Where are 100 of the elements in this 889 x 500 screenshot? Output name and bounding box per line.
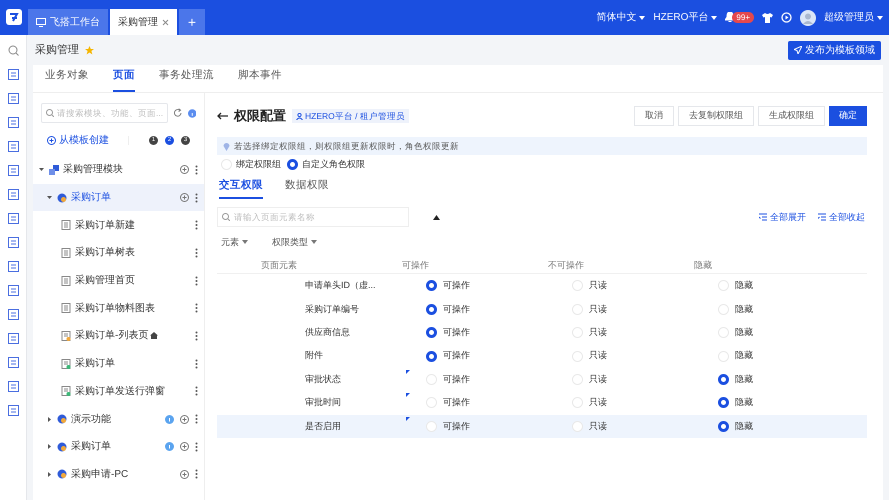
action-button[interactable]: 去复制权限组 xyxy=(678,106,754,126)
radio-label: 可操作 xyxy=(443,396,470,410)
tree-item[interactable]: 采购管理首页 xyxy=(33,266,204,294)
more-icon xyxy=(195,164,198,175)
notice-text: 若选择绑定权限组，则权限组更新权限时，角色权限更新 xyxy=(234,140,459,152)
info-icon xyxy=(188,108,196,118)
radio-label: 可操作 xyxy=(443,302,470,316)
radio-button[interactable] xyxy=(426,280,437,292)
module-icon xyxy=(8,309,18,320)
tree-item[interactable]: 采购订单 xyxy=(33,184,204,212)
radio-button[interactable] xyxy=(426,304,437,315)
table-row[interactable]: 是否启用 可操作 只读 隐藏 xyxy=(217,414,867,438)
table-row[interactable]: 审批时间 可操作 只读 隐藏 xyxy=(217,391,867,415)
expand-all-button[interactable]: 全部展开 xyxy=(759,210,806,224)
action-button[interactable]: 取消 xyxy=(634,106,674,126)
document-icon xyxy=(61,220,71,230)
table-row[interactable]: 供应商信息 可操作 只读 隐藏 xyxy=(217,321,867,344)
window-tab[interactable]: 采购管理 xyxy=(110,9,177,35)
tree-item[interactable]: 采购订单发送行弹窗 xyxy=(33,378,204,406)
document-icon xyxy=(61,303,71,314)
more-icon xyxy=(195,469,198,480)
table-row[interactable]: 审批状态 可操作 只读 隐藏 xyxy=(217,368,867,392)
language-dropdown[interactable]: 简体中文 xyxy=(596,10,646,25)
radio-label: 可操作 xyxy=(443,349,470,362)
module-icon xyxy=(8,333,18,344)
more-icon xyxy=(195,276,198,286)
radio-label: 隐藏 xyxy=(735,420,753,433)
panel-title: 权限配置 xyxy=(234,107,286,126)
radio-button[interactable] xyxy=(426,327,437,338)
action-button[interactable]: 生成权限组 xyxy=(758,106,825,126)
caret-icon xyxy=(242,240,248,244)
collapse-icon xyxy=(818,213,826,222)
module-icon xyxy=(8,165,18,176)
table-row[interactable]: 附件 可操作 只读 隐藏 xyxy=(217,344,867,368)
module-icon xyxy=(8,237,18,248)
tree-item[interactable]: 采购订单 xyxy=(33,432,204,461)
tree-item[interactable]: 采购订单树表 xyxy=(33,239,204,267)
more-icon xyxy=(195,220,198,230)
document-icon xyxy=(61,276,71,286)
table-row[interactable]: 申请单头ID（虚... 可操作 只读 隐藏 xyxy=(217,274,867,298)
radio-label: 隐藏 xyxy=(735,279,753,292)
window-tab[interactable]: 飞搭工作台 xyxy=(28,9,108,35)
more-icon xyxy=(195,414,198,424)
module-icon xyxy=(8,285,18,296)
caret-icon xyxy=(311,240,317,244)
more-icon xyxy=(195,192,198,203)
tree-item[interactable]: 采购管理模块 xyxy=(33,156,204,184)
collapse-all-button[interactable]: 全部收起 xyxy=(818,210,865,224)
refresh-icon xyxy=(173,108,183,118)
table-row[interactable]: 采购订单编号 可操作 只读 隐藏 xyxy=(217,298,867,322)
table-cell-text: 审批时间 xyxy=(305,396,341,410)
caret-icon xyxy=(711,16,718,20)
action-button[interactable]: 确定 xyxy=(829,106,867,126)
shirt-icon xyxy=(762,12,773,22)
filter-dropdown[interactable]: 权限类型 xyxy=(272,233,317,252)
module-icon xyxy=(8,381,18,392)
radio-label: 可操作 xyxy=(443,372,470,386)
module-icon xyxy=(8,189,18,200)
radio-label: 隐藏 xyxy=(735,372,753,386)
create-from-template-link[interactable]: 从模板创建 xyxy=(47,133,109,148)
module-icon xyxy=(8,141,18,152)
radio-label: 隐藏 xyxy=(735,396,753,410)
tree-item[interactable]: 采购订单物料图表 xyxy=(33,294,204,322)
home-icon xyxy=(150,332,158,340)
tab[interactable]: 事务处理流 xyxy=(159,68,214,92)
table-cell-text: 审批状态 xyxy=(305,372,341,386)
radio-label: 只读 xyxy=(589,326,607,339)
tab[interactable]: 业务对象 xyxy=(45,68,89,92)
radio-button[interactable] xyxy=(287,159,298,170)
radio-label: 隐藏 xyxy=(735,326,753,339)
filter-dropdown[interactable]: 元素 xyxy=(221,233,248,252)
module-icon xyxy=(8,405,18,416)
platform-dropdown[interactable]: HZERO平台 xyxy=(653,10,718,25)
more-icon xyxy=(195,358,198,369)
tree-item[interactable]: 演示功能 xyxy=(33,405,204,433)
caret-up-icon xyxy=(433,214,440,220)
more-icon xyxy=(195,248,198,258)
user-menu[interactable]: 超级管理员 xyxy=(824,10,883,25)
publish-button[interactable]: 发布为模板领域 xyxy=(788,40,881,60)
tree-item[interactable]: 采购订单新建 xyxy=(33,211,204,240)
tab[interactable]: 数据权限 xyxy=(285,178,329,200)
radio-label: 可操作 xyxy=(443,326,470,339)
tab[interactable]: 交互权限 xyxy=(219,178,263,200)
tree-item[interactable]: 采购申请-PC xyxy=(33,460,204,488)
radio-button[interactable] xyxy=(426,350,437,362)
radio-button[interactable] xyxy=(718,397,729,408)
tab[interactable]: 脚本事件 xyxy=(238,68,282,92)
tree-item[interactable]: 采购订单 xyxy=(33,350,204,378)
module-icon xyxy=(8,213,18,224)
radio-button[interactable] xyxy=(718,420,729,432)
more-icon xyxy=(195,303,198,314)
plus-circle-icon xyxy=(47,136,56,145)
document-icon xyxy=(61,358,71,369)
tree-item[interactable]: 采购订单-列表页 xyxy=(33,322,204,350)
radio-label: 隐藏 xyxy=(735,349,753,362)
radio-button[interactable] xyxy=(718,374,729,385)
add-tab-button[interactable]: + xyxy=(179,9,205,35)
radio-label: 只读 xyxy=(589,279,607,292)
search-placeholder: 请输入页面元素名称 xyxy=(234,210,315,224)
column-header: 页面元素 xyxy=(260,259,298,272)
